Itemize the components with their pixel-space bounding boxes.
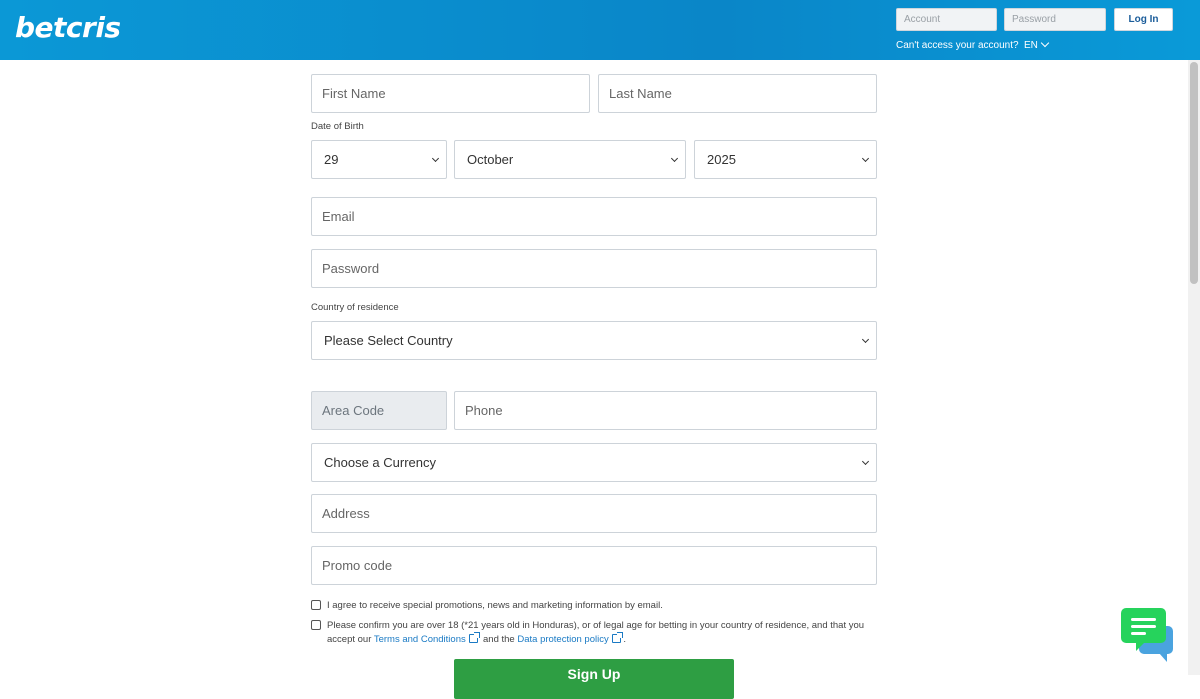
login-button[interactable]: Log In (1114, 8, 1173, 31)
chevron-down-icon (861, 335, 870, 344)
site-header: betcris Log In Can't access your account… (0, 0, 1200, 60)
header-password-input[interactable] (1004, 8, 1106, 31)
currency-select[interactable]: Choose a Currency (311, 443, 877, 482)
chevron-down-icon (431, 154, 440, 163)
area-code-field: Area Code (311, 391, 447, 430)
page-scrollbar[interactable] (1188, 60, 1200, 675)
age-consent-checkbox[interactable] (311, 620, 321, 630)
external-link-icon (468, 632, 480, 643)
sign-up-button[interactable]: Sign Up (454, 659, 734, 699)
age-consent-row: Please confirm you are over 18 (*21 year… (311, 619, 877, 649)
age-consent-and: and the (483, 634, 515, 645)
promotions-consent-checkbox[interactable] (311, 600, 321, 610)
external-link-icon (611, 632, 623, 643)
age-consent-text: Please confirm you are over 18 (*21 year… (327, 619, 877, 647)
chat-line-2 (1131, 625, 1156, 628)
password-field[interactable]: Password (311, 249, 877, 288)
chevron-down-icon (861, 154, 870, 163)
age-consent-accept: accept our (327, 634, 372, 645)
promotions-consent-text: I agree to receive special promotions, n… (327, 600, 663, 611)
account-input[interactable] (896, 8, 997, 31)
phone-field[interactable]: Phone (454, 391, 877, 430)
language-code: EN (1024, 40, 1038, 51)
country-select[interactable]: Please Select Country (311, 321, 877, 360)
dob-year-select[interactable]: 2025 (694, 140, 877, 179)
last-name-field[interactable]: Last Name (598, 74, 877, 113)
dob-label: Date of Birth (311, 121, 364, 132)
first-name-field[interactable]: First Name (311, 74, 590, 113)
dob-month-value: October (467, 152, 514, 167)
dob-day-select[interactable]: 29 (311, 140, 447, 179)
chevron-down-icon (670, 154, 679, 163)
cant-access-account-link[interactable]: Can't access your account? (896, 40, 1019, 51)
country-select-value: Please Select Country (324, 333, 453, 348)
currency-select-value: Choose a Currency (324, 455, 436, 470)
scrollbar-thumb[interactable] (1190, 62, 1198, 284)
dob-year-value: 2025 (707, 152, 736, 167)
promotions-consent-row: I agree to receive special promotions, n… (311, 599, 877, 613)
chevron-down-icon (1040, 38, 1050, 48)
chat-widget[interactable] (1119, 606, 1179, 666)
terms-link[interactable]: Terms and Conditions (374, 634, 466, 645)
country-label: Country of residence (311, 302, 399, 313)
email-field[interactable]: Email (311, 197, 877, 236)
betcris-logo[interactable]: betcris (15, 11, 121, 44)
privacy-policy-link[interactable]: Data protection policy (517, 634, 608, 645)
dob-month-select[interactable]: October (454, 140, 686, 179)
chat-line-1 (1131, 618, 1156, 621)
chat-bubbles-icon (1121, 608, 1166, 651)
dob-day-value: 29 (324, 152, 339, 167)
chevron-down-icon (861, 457, 870, 466)
promo-code-field[interactable]: Promo code (311, 546, 877, 585)
age-consent-line1: Please confirm you are over 18 (*21 year… (327, 620, 865, 631)
address-field[interactable]: Address (311, 494, 877, 533)
chat-line-3 (1131, 632, 1146, 635)
language-selector[interactable]: EN (1024, 38, 1050, 51)
age-consent-period: . (623, 634, 626, 645)
